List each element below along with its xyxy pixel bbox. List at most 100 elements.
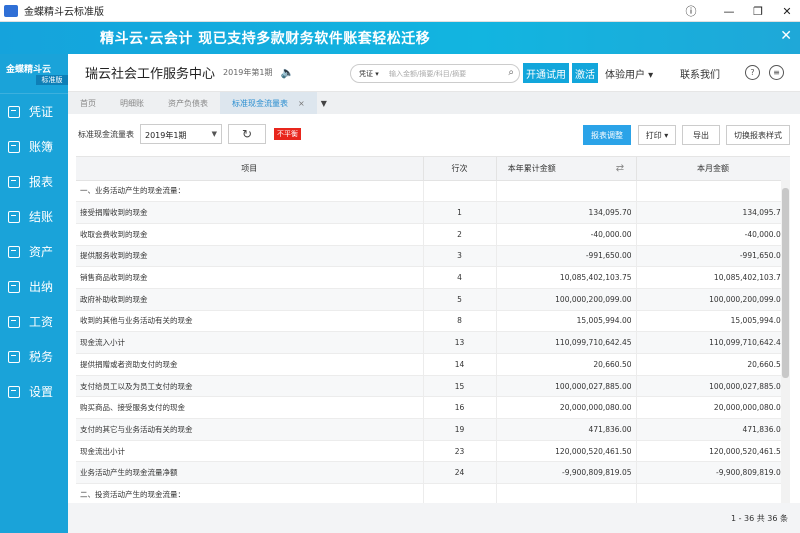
refresh-button[interactable]: ↻ [228,124,266,144]
table-row[interactable]: 业务活动产生的现金流量净额 24 -9,900,809,819.05 -9,900,8… [76,461,790,485]
report-toolbar: 标准现金流量表 2019年1期 ▼ ↻ 不平衡 报表调整 打印 ▾ 导出 切换报表… [68,114,800,156]
switch-style-button[interactable]: 切换报表样式 [726,125,790,145]
sidebar-item-7[interactable]: 税务 [0,339,68,374]
menu-icon[interactable]: ≡ [769,65,784,80]
scrollbar-thumb[interactable] [782,188,789,378]
window-title: 金蝶精斗云标准版 [24,7,104,18]
asset-icon [8,245,20,258]
tab-more-icon[interactable]: ▼ [321,92,327,114]
cell-item: 支付给员工以及为员工支付的现金 [76,375,424,398]
cell-item: 提供服务收到的现金 [76,245,424,268]
sidebar-item-label: 账簿 [29,140,54,154]
period-select-value: 2019年1期 [145,131,187,140]
app-icon [4,4,18,17]
voucher-icon [8,105,20,118]
table-row[interactable]: 购买商品、接受服务支付的现金 16 20,000,000,080.00 20,000,… [76,396,790,420]
sidebar-item-label: 设置 [29,385,54,399]
cashflow-table: 项目 行次 本年累计金额 ⇄ 本月金额 一、业务活动产生的现金流量： 接受捐赠收到的… [76,156,790,503]
search-scope-select[interactable]: 凭证 ▾ [351,69,389,79]
tab-2[interactable]: 资产负债表 [156,92,220,114]
sidebar-item-5[interactable]: 出纳 [0,269,68,304]
table-row[interactable]: 收取会费收到的现金 2 -40,000.00 -40,000.00 [76,223,790,246]
cell-item: 接受捐赠收到的现金 [76,201,424,224]
cell-item: 收取会费收到的现金 [76,223,424,246]
help-circle-icon[interactable]: ⓘ [675,0,707,22]
cell-item: 销售商品收到的现金 [76,266,424,289]
table-row[interactable]: 政府补助收到的现金 5 100,000,200,099.00 100,000,200,… [76,288,790,311]
cell-month: 20,000,000,080.00 [636,396,790,420]
sidebar-item-3[interactable]: 结账 [0,199,68,234]
company-name: 瑞云社会工作服务中心 [85,67,216,82]
cell-month: 20,660.50 [636,353,790,376]
tab-1[interactable]: 明细账 [108,92,156,114]
search-box[interactable]: 凭证 ▾ 输入金额/摘要/科目/摘要 ⌕ [350,64,520,83]
search-input[interactable]: 输入金额/摘要/科目/摘要 [389,69,466,79]
cell-month: 100,000,200,099.00 [636,288,790,311]
trial-button[interactable]: 开通试用 [523,63,569,83]
banner-close-icon[interactable]: ✕ [780,28,792,44]
cell-ytd: 471,836.00 [496,418,637,441]
table-row[interactable]: 收到的其他与业务活动有关的现金 8 15,005,994.00 15,005,994.… [76,310,790,333]
cell-item: 收到的其他与业务活动有关的现金 [76,310,424,333]
tab-close-icon[interactable]: × [298,99,305,108]
help-icon[interactable]: ? [745,65,760,80]
table-row[interactable]: 接受捐赠收到的现金 1 134,095.70 134,095.70 [76,201,790,224]
cell-month: 471,836.00 [636,418,790,441]
table-row[interactable]: 支付给员工以及为员工支付的现金 15 100,000,027,885.00 100,0… [76,375,790,398]
cell-ytd [496,483,637,503]
sidebar-item-label: 资产 [29,245,54,259]
table-row[interactable]: 一、业务活动产生的现金流量： [76,180,790,203]
tab-label: 标准现金流量表 [232,98,288,108]
table-row[interactable]: 现金流出小计 23 120,000,520,461.50 120,000,520,46… [76,440,790,463]
period-select[interactable]: 2019年1期 ▼ [140,124,222,144]
sidebar-item-1[interactable]: 账簿 [0,129,68,164]
header-bar: 瑞云社会工作服务中心 2019年第1期 🔈 凭证 ▾ 输入金额/摘要/科目/摘要… [68,54,800,92]
cell-line: 24 [423,461,497,485]
user-menu[interactable]: 体验用户 ▾ [605,66,653,81]
cell-ytd: 100,000,200,099.00 [496,288,637,311]
table-row[interactable]: 现金流入小计 13 110,099,710,642.45 110,099,710,64… [76,331,790,354]
cell-ytd: 100,000,027,885.00 [496,375,637,398]
cell-month: 110,099,710,642.45 [636,331,790,354]
table-row[interactable]: 销售商品收到的现金 4 10,085,402,103.75 10,085,402,10… [76,266,790,289]
cell-item: 现金流出小计 [76,440,424,463]
promo-banner[interactable]: 精斗云·云会计 现已支持多款财务软件账套轻松迁移 ✕ [0,22,800,54]
table-row[interactable]: 二、投资活动产生的现金流量： [76,483,790,503]
speaker-icon[interactable]: 🔈 [280,66,294,79]
restore-icon[interactable]: ❐ [742,0,774,22]
swap-columns-icon[interactable]: ⇄ [616,163,624,174]
table-row[interactable]: 支付的其它与业务活动有关的现金 19 471,836.00 471,836.00 [76,418,790,441]
tab-label: 资产负债表 [168,98,208,108]
cell-ytd: 10,085,402,103.75 [496,266,637,289]
sidebar-item-label: 凭证 [29,105,54,119]
col-header-item: 项目 [76,157,424,181]
cell-item: 政府补助收到的现金 [76,288,424,311]
close-icon[interactable]: ✕ [771,0,800,22]
report-icon [8,175,20,188]
tab-3[interactable]: 标准现金流量表 × [220,92,317,114]
sidebar-item-0[interactable]: 凭证 [0,94,68,129]
search-icon[interactable]: ⌕ [508,67,514,78]
adjust-report-button[interactable]: 报表调整 [583,125,631,145]
col-header-line: 行次 [423,157,497,181]
sidebar-item-label: 工资 [29,315,54,329]
tab-0[interactable]: 首页 [68,92,108,114]
contact-link[interactable]: 联系我们 [680,66,720,81]
table-row[interactable]: 提供服务收到的现金 3 -991,650.00 -991,650.00 [76,245,790,268]
sidebar-item-2[interactable]: 报表 [0,164,68,199]
sidebar: 金蝶精斗云 标准版 凭证 账簿 报表 结账 资产 出纳 工资 税务 设置 [0,54,68,533]
minimize-icon[interactable]: — [713,0,745,22]
activate-button[interactable]: 激活 [572,63,598,83]
col-header-ytd: 本年累计金额 ⇄ [496,157,637,181]
table-row[interactable]: 提供捐赠或者资助支付的现金 14 20,660.50 20,660.50 [76,353,790,376]
vertical-scrollbar[interactable] [781,180,790,503]
export-button[interactable]: 导出 [682,125,720,145]
print-button[interactable]: 打印 ▾ [638,125,676,145]
logo-brand: 金蝶精斗云 [6,65,52,75]
sidebar-item-6[interactable]: 工资 [0,304,68,339]
cell-month: 10,085,402,103.75 [636,266,790,289]
sidebar-item-8[interactable]: 设置 [0,374,68,409]
sidebar-item-4[interactable]: 资产 [0,234,68,269]
col-header-ytd-label: 本年累计金额 [507,163,556,173]
tab-label: 首页 [80,98,96,108]
